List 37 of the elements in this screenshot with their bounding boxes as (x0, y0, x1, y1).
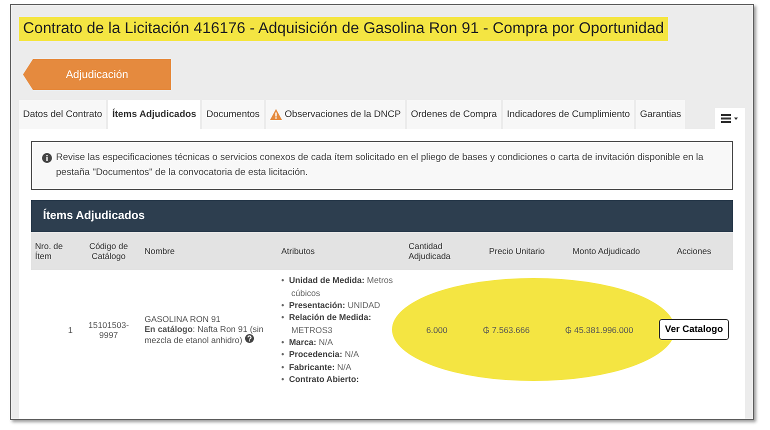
notice-text: Revise las especificaciones técnicas o servicios conexos de cada ítem solicitado en el pliego de bases y condiciones o carta de invitación disponible en la pestaña "Documentos" de la convocatoria de esta licitación. (56, 151, 704, 180)
menu-button[interactable] (715, 108, 745, 129)
amount-value: ₲ 45.381.996.000 (565, 324, 634, 335)
page-title: Contrato de la Licitación 416176 - Adquisición de Gasolina Ron 91 - Compra por Oportunidad (19, 17, 668, 41)
attribute-item: • Contrato Abierto: (281, 372, 360, 386)
tab[interactable]: Ordenes de Compra (406, 100, 501, 129)
column-header: Monto Adjudicado (558, 232, 655, 270)
view-catalog-button[interactable]: Ver Catalogo (658, 319, 729, 340)
column-header: Acciones (654, 232, 733, 270)
table-cell-text: 15101503-9997 (87, 318, 130, 342)
item-name-cell-text: GASOLINA RON 91 En catálogo: Nafta Ron 91 (sin mezcla de etanol anhidro) (143, 313, 265, 348)
tab[interactable]: Observaciones de la DNCP (266, 100, 405, 129)
attribute-item: • Procedencia: N/A (281, 348, 360, 361)
attribute-item: • Presentación: UNIDAD (281, 299, 382, 312)
attribute-item: • Marca: N/A (281, 336, 334, 348)
column-header: Código de Catálogo (76, 232, 140, 270)
column-header: Precio Unitario (476, 232, 558, 270)
column-header: Nombre (140, 232, 278, 270)
info-icon (42, 153, 52, 163)
attribute-item: • Unidad de Medida: Metros cúbicos (281, 274, 394, 300)
help-icon[interactable] (244, 334, 254, 344)
column-header: Nro. de Ítem (31, 232, 77, 270)
warning-icon (270, 109, 282, 120)
attribute-item: • Relación de Medida: METROS3 (281, 311, 372, 336)
table-cell-text: 1 (66, 324, 74, 337)
tab[interactable]: Documentos (202, 100, 264, 129)
menu-icon (721, 114, 739, 123)
column-header: Cantidad Adjudicada (404, 232, 476, 270)
unit-price-value: ₲ 7.563.666 (482, 324, 530, 335)
attribute-item: • Fabricante: N/A (281, 360, 352, 373)
column-header: Atributos (277, 232, 404, 270)
tab[interactable]: Ítems Adjudicados (108, 100, 200, 129)
tab[interactable]: Garantias (636, 100, 686, 129)
section-header: Ítems Adjudicados (31, 200, 733, 232)
tab[interactable]: Datos del Contrato (19, 100, 106, 129)
quantity-value: 6.000 (426, 324, 448, 335)
tab[interactable]: Indicadores de Cumplimiento (502, 100, 634, 129)
